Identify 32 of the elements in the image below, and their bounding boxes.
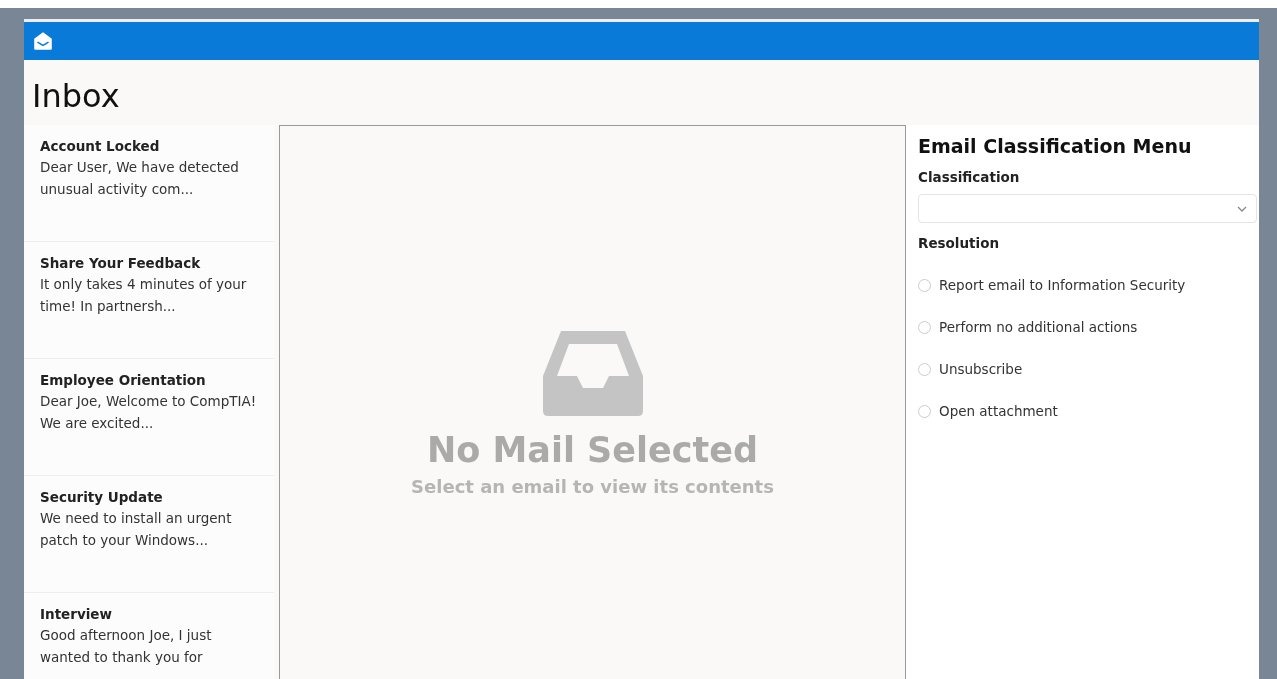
- chevron-down-icon: [1237, 205, 1247, 212]
- radio-button[interactable]: [918, 362, 931, 376]
- empty-state-title: No Mail Selected: [426, 430, 759, 470]
- mail-item[interactable]: Security Update We need to install an urgent patch to your Windows...: [24, 476, 274, 593]
- mail-item[interactable]: Employee Orientation Dear Joe, Welcome to CompTIA! We are excited...: [24, 359, 274, 476]
- classification-dropdown[interactable]: [918, 194, 1257, 223]
- radio-button[interactable]: [918, 320, 931, 334]
- mail-subject: Security Update: [40, 489, 163, 505]
- resolution-label: Resolution: [918, 235, 1000, 251]
- radio-label[interactable]: Perform no additional actions: [939, 319, 1138, 335]
- radio-label[interactable]: Open attachment: [939, 403, 1058, 419]
- radio-label[interactable]: Report email to Information Security: [939, 277, 1186, 293]
- classification-label: Classification: [918, 169, 1020, 185]
- mail-subject: Employee Orientation: [40, 372, 206, 388]
- radio-button[interactable]: [918, 404, 931, 418]
- mail-subject: Interview: [40, 606, 112, 622]
- mail-item[interactable]: Account Locked Dear User, We have detected unusual activity com...: [24, 125, 274, 242]
- radio-button[interactable]: [918, 278, 931, 292]
- mail-preview: We need to install an urgent patch to your Windows...: [40, 509, 233, 550]
- mail-preview: Dear Joe, Welcome to CompTIA! We are excited...: [40, 392, 258, 433]
- mail-item[interactable]: Interview Good afternoon Joe, I just wanted to thank you for: [24, 593, 274, 668]
- empty-state-subtitle: Select an email to view its contents: [411, 476, 774, 497]
- mail-item[interactable]: Share Your Feedback It only takes 4 minutes of your time! In partnersh...: [24, 242, 274, 359]
- mail-subject: Account Locked: [40, 138, 160, 154]
- menu-title: Email Classification Menu: [918, 135, 1192, 157]
- radio-label[interactable]: Unsubscribe: [939, 361, 1023, 377]
- envelope-icon: [32, 30, 54, 52]
- page-title: Inbox: [32, 76, 120, 116]
- mail-preview: It only takes 4 minutes of your time! In partnersh...: [40, 275, 248, 316]
- mail-preview: Good afternoon Joe, I just wanted to thank you for: [40, 626, 213, 667]
- mail-preview: Dear User, We have detected unusual activity com...: [40, 158, 240, 199]
- mail-subject: Share Your Feedback: [40, 255, 201, 271]
